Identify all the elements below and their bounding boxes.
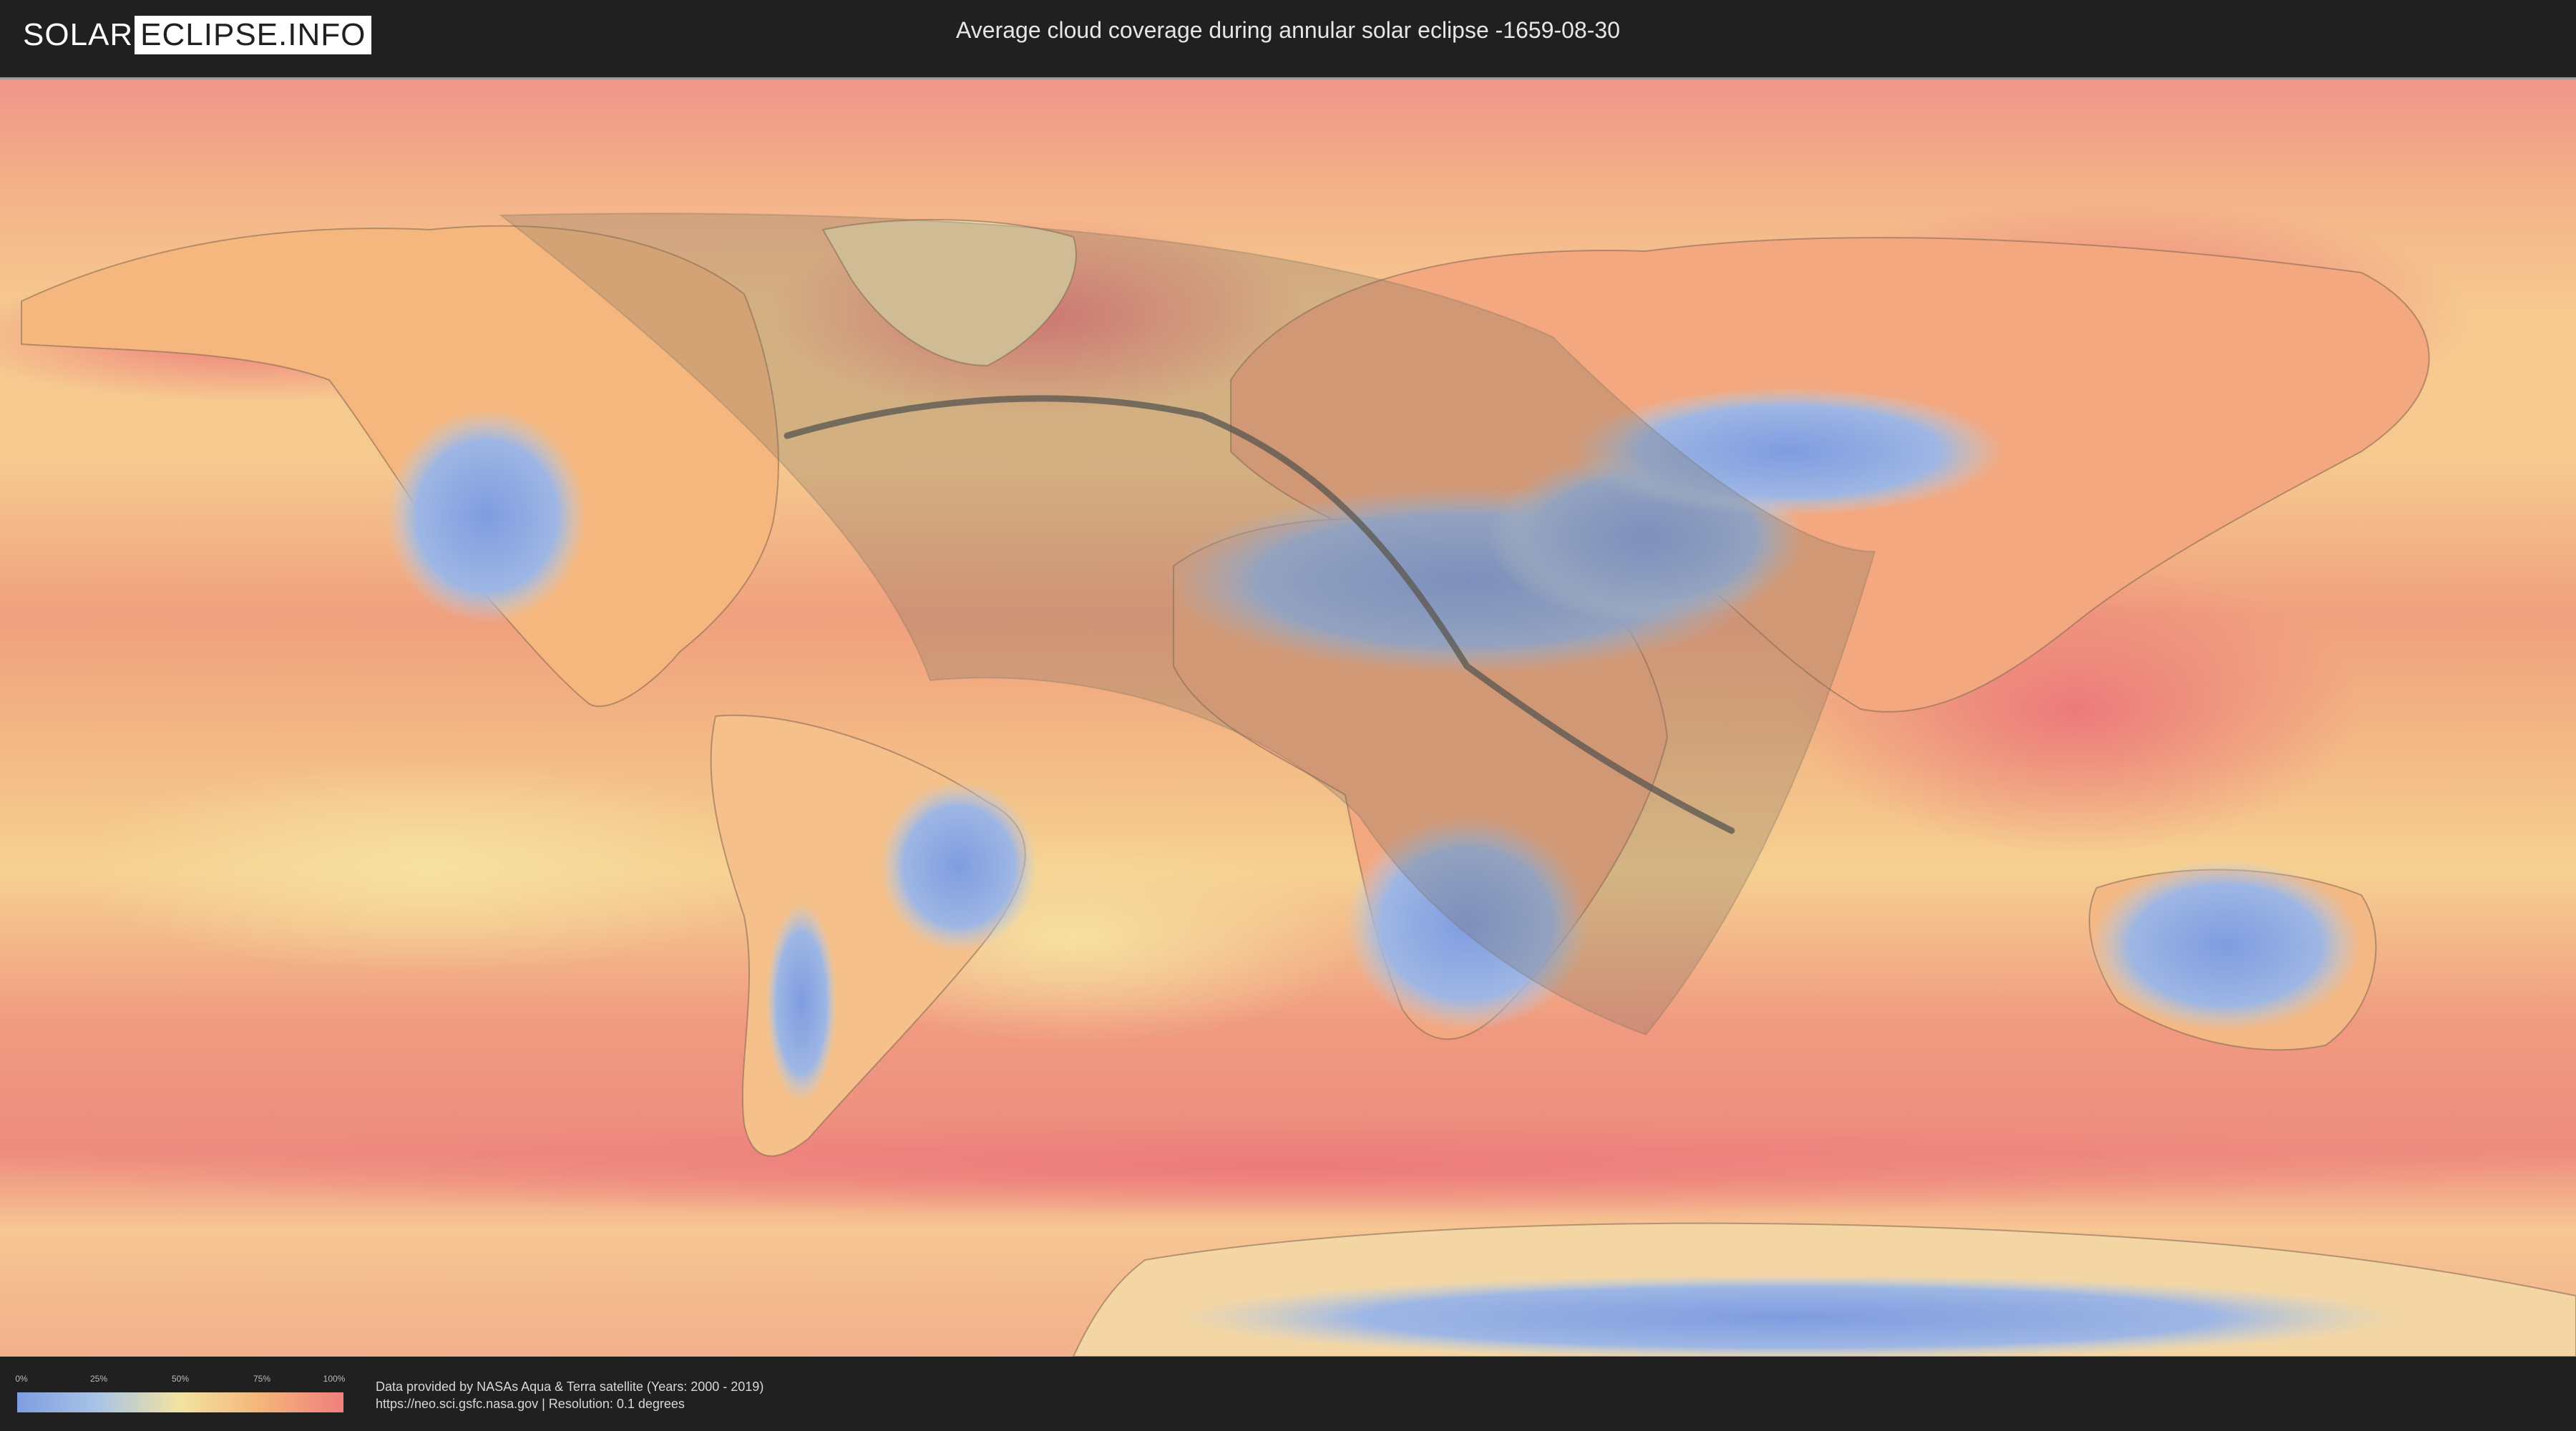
legend-tick-75: 75%: [253, 1374, 271, 1384]
data-credit-line: Data provided by NASAs Aqua & Terra sate…: [376, 1379, 764, 1394]
clear-band-south-pacific: [72, 759, 787, 974]
legend-color-bar: [17, 1392, 343, 1412]
world-map: [0, 79, 2576, 1357]
cloud-band-southern-ocean: [0, 1117, 2576, 1217]
clear-sky-australia: [2089, 859, 2361, 1031]
legend-tick-50: 50%: [171, 1374, 190, 1384]
clear-sky-brazil: [880, 781, 1038, 952]
legend-tick-0: 0%: [15, 1374, 28, 1384]
clear-sky-antarctica: [1181, 1274, 2397, 1357]
page-title: Average cloud coverage during annular so…: [956, 17, 1620, 43]
legend-tick-25: 25%: [89, 1374, 108, 1384]
data-source-line[interactable]: https://neo.sci.gsfc.nasa.gov | Resoluti…: [376, 1397, 685, 1412]
clear-sky-western-us: [386, 409, 587, 623]
legend-tick-100: 100%: [323, 1374, 346, 1384]
cloud-coverage-legend: 0% 25% 50% 75% 100%: [15, 1374, 346, 1417]
cloud-coverage-map[interactable]: [0, 77, 2576, 1357]
clear-sky-andes: [766, 902, 837, 1103]
footer-bar: 0% 25% 50% 75% 100% Data provided by NAS…: [0, 1359, 2576, 1431]
header-bar: SOLAR ECLIPSE.INFO Average cloud coverag…: [0, 0, 2576, 72]
